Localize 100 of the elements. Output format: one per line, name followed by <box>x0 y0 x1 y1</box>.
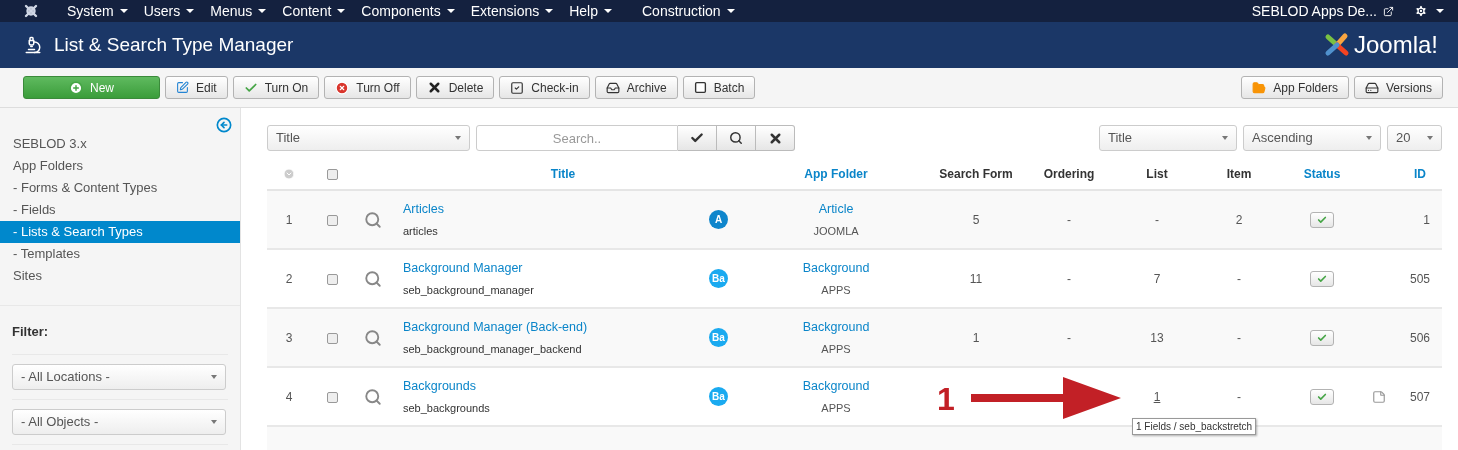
id-cell: 506 <box>1409 330 1430 345</box>
direction-select[interactable]: Ascending <box>1243 125 1381 151</box>
sidebar-item[interactable]: Sites <box>0 265 240 287</box>
row-number: 4 <box>285 389 293 404</box>
annotation-number: 1 <box>937 383 955 415</box>
filter-heading: Filter: <box>12 322 228 355</box>
list-count[interactable]: 13 <box>1150 330 1164 345</box>
sidebar-item[interactable]: - Fields <box>0 199 240 221</box>
folder-link[interactable]: Background <box>802 258 870 278</box>
table-cell: 11 <box>969 271 983 286</box>
filter-select[interactable]: - All Objects - <box>12 408 226 435</box>
limit-select[interactable]: 20 <box>1387 125 1442 151</box>
caret-icon <box>186 9 195 13</box>
search-icon[interactable] <box>364 210 382 229</box>
row-checkbox[interactable] <box>326 274 338 285</box>
column-header[interactable]: App Folder <box>804 167 868 181</box>
column-header[interactable]: Status <box>1303 167 1341 181</box>
column-header[interactable]: Title <box>550 167 576 181</box>
caret-icon <box>1436 9 1444 13</box>
toolbar-button[interactable]: Delete <box>415 76 495 99</box>
sidebar-item[interactable]: App Folders <box>0 155 240 177</box>
sidebar-item[interactable]: SEBLOD 3.x <box>0 133 240 155</box>
settings-menu[interactable] <box>1414 4 1444 18</box>
column-header: Item <box>1226 167 1252 181</box>
table-cell: - <box>1237 271 1241 286</box>
id-cell: 505 <box>1409 271 1430 286</box>
search-icon[interactable] <box>364 328 382 347</box>
check-icon <box>1317 391 1327 402</box>
folder-link[interactable]: Background <box>802 317 870 337</box>
clear-button[interactable] <box>756 125 795 151</box>
joomla-logo: Joomla! <box>1322 31 1438 59</box>
folder-group-text: APPS <box>821 282 851 298</box>
menu-item[interactable]: Extensions <box>462 0 562 22</box>
title-link[interactable]: Articles <box>403 199 444 219</box>
caret-icon <box>1222 136 1228 140</box>
row-number: 2 <box>285 271 293 286</box>
status-toggle[interactable] <box>1310 388 1334 405</box>
status-toggle[interactable] <box>1310 211 1334 228</box>
folder-link[interactable]: Background <box>802 376 870 396</box>
menu-item[interactable]: Users <box>135 0 203 22</box>
collapse-sidebar-icon[interactable] <box>216 117 232 133</box>
search-icon <box>729 131 743 145</box>
toolbar-button[interactable]: Batch <box>682 76 756 99</box>
alias-text: seb_background_manager_backend <box>403 341 583 357</box>
toolbar-button[interactable]: App Folders <box>1241 76 1349 99</box>
caret-icon <box>119 9 128 13</box>
title-link[interactable]: Background Manager (Back-end) <box>403 317 588 337</box>
table-cell: - <box>1237 389 1241 404</box>
menu-item[interactable]: Construction <box>634 0 743 22</box>
list-count[interactable]: 7 <box>1153 271 1161 286</box>
site-link[interactable]: SEBLOD Apps De... <box>1251 0 1394 22</box>
column-header: Search Form <box>939 167 1013 181</box>
row-checkbox[interactable] <box>326 333 338 344</box>
search-field-select[interactable]: Title <box>267 125 470 151</box>
note-icon[interactable] <box>1372 389 1386 404</box>
menu-item[interactable]: Content <box>274 0 354 22</box>
toolbar-button[interactable]: Check-in <box>499 76 590 99</box>
toolbar-button[interactable]: Edit <box>165 76 228 99</box>
sort-icon[interactable] <box>283 168 295 180</box>
menu-item[interactable]: Menus <box>202 0 275 22</box>
search-button[interactable] <box>717 125 756 151</box>
apply-button[interactable] <box>678 125 717 151</box>
checkbox-icon <box>510 80 525 95</box>
sidebar-item[interactable]: - Templates <box>0 243 240 265</box>
list-count[interactable]: - <box>1155 212 1159 227</box>
column-header[interactable]: ID <box>1414 167 1426 181</box>
settings-icon <box>1414 4 1428 18</box>
title-link[interactable]: Backgrounds <box>403 376 476 396</box>
toolbar-button[interactable]: Archive <box>594 76 678 99</box>
search-icon[interactable] <box>364 387 382 406</box>
row-checkbox[interactable] <box>326 215 338 226</box>
logo-icon <box>23 3 39 19</box>
table-cell: 2 <box>1235 212 1243 227</box>
id-cell: 1 <box>1423 212 1430 227</box>
toolbar-button[interactable]: Versions <box>1353 76 1443 99</box>
caret-icon <box>1427 136 1433 140</box>
sidebar-item[interactable]: - Forms & Content Types <box>0 177 240 199</box>
menu-item[interactable]: Components <box>353 0 463 22</box>
toolbar-button[interactable]: Turn On <box>232 76 320 99</box>
sort-select[interactable]: Title <box>1099 125 1237 151</box>
table-cell: - <box>1237 330 1241 345</box>
status-toggle[interactable] <box>1310 270 1334 287</box>
search-field[interactable]: Search.. <box>476 125 678 151</box>
menu-item[interactable]: Help <box>561 0 620 22</box>
row-checkbox[interactable] <box>326 392 338 403</box>
cancel-icon <box>335 80 350 95</box>
search-icon[interactable] <box>364 269 382 288</box>
caret-icon <box>604 9 612 13</box>
menu-item[interactable]: System <box>59 0 136 22</box>
inbox-icon <box>605 80 620 95</box>
table-cell: - <box>1067 330 1071 345</box>
toolbar-button[interactable]: Turn Off <box>324 76 411 99</box>
title-link[interactable]: Background Manager <box>403 258 523 278</box>
list-count[interactable]: 1 <box>1153 389 1161 404</box>
filter-select[interactable]: - All Locations - <box>12 363 226 390</box>
status-toggle[interactable] <box>1310 329 1334 346</box>
folder-link[interactable]: Article <box>818 199 854 219</box>
sidebar-item[interactable]: - Lists & Search Types <box>0 221 240 243</box>
alias-text: seb_backgrounds <box>403 400 491 416</box>
select-all-checkbox[interactable] <box>326 168 338 180</box>
